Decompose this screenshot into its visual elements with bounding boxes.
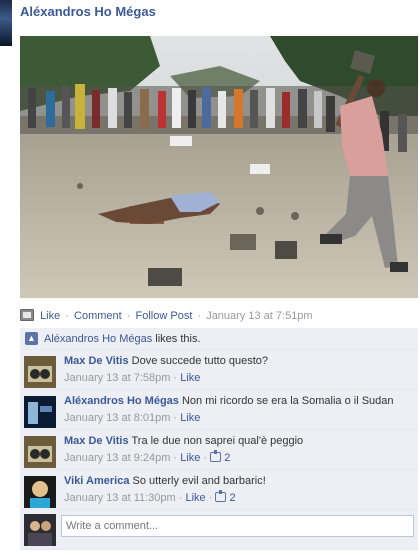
avatar[interactable] [24, 396, 56, 428]
comment-author[interactable]: Max De Vitis [64, 435, 129, 447]
likes-summary: ▲ Aléxandros Ho Mégas likes this. [20, 328, 418, 350]
separator: · [65, 310, 69, 322]
comment-like-link[interactable]: Like [180, 412, 200, 424]
separator: · [173, 412, 178, 424]
profile-edge [0, 0, 12, 46]
comment-author[interactable]: Max De Vitis [64, 355, 129, 367]
thumbs-up-icon [210, 450, 222, 462]
post-actions-bar: Like · Comment · Follow Post · January 1… [20, 309, 418, 325]
comment-like-count[interactable]: 2 [230, 492, 236, 504]
separator: · [173, 372, 178, 384]
separator: · [126, 310, 131, 322]
comment-like-link[interactable]: Like [186, 492, 206, 504]
comment-text: Tra le due non saprei qual'è peggio [131, 435, 304, 447]
comment-item: Max De Vitis Tra le due non saprei qual'… [20, 430, 418, 470]
liker-name[interactable]: Aléxandros Ho Mégas [44, 333, 152, 345]
thumbs-up-icon [215, 490, 227, 502]
comment-author[interactable]: Viki America [64, 475, 129, 487]
comment-author[interactable]: Aléxandros Ho Mégas [64, 395, 179, 407]
separator: · [203, 452, 208, 464]
avatar[interactable] [24, 436, 56, 468]
separator: · [173, 452, 178, 464]
comment-timestamp[interactable]: January 13 at 9:24pm [64, 452, 170, 464]
comment-item: Aléxandros Ho Mégas Non mi ricordo se er… [20, 390, 418, 430]
avatar[interactable] [24, 356, 56, 388]
post-type-icon [20, 309, 34, 321]
avatar[interactable] [24, 476, 56, 508]
comment-timestamp[interactable]: January 13 at 7:58pm [64, 372, 170, 384]
comment-text: Dove succede tutto questo? [131, 355, 269, 367]
write-comment-row: Write a comment... [20, 510, 418, 550]
follow-post-link[interactable]: Follow Post [136, 310, 193, 322]
separator: · [208, 492, 213, 504]
separator: · [178, 492, 183, 504]
post-photo[interactable] [20, 36, 418, 298]
comment-timestamp[interactable]: January 13 at 8:01pm [64, 412, 170, 424]
comment-timestamp[interactable]: January 13 at 11:30pm [64, 492, 176, 504]
comment-like-link[interactable]: Like [180, 372, 200, 384]
post-author-name[interactable]: Aléxandros Ho Mégas [20, 4, 156, 19]
like-link[interactable]: Like [40, 310, 60, 322]
thumbs-up-icon: ▲ [25, 332, 38, 345]
comment-input[interactable]: Write a comment... [61, 515, 414, 537]
avatar[interactable] [24, 514, 56, 546]
feedback-box: ▲ Aléxandros Ho Mégas likes this. Max De… [20, 328, 418, 550]
comment-like-count[interactable]: 2 [224, 452, 230, 464]
comment-item: Viki America So utterly evil and barbari… [20, 470, 418, 510]
post-timestamp[interactable]: January 13 at 7:51pm [206, 310, 312, 322]
comment-text: Non mi ricordo se era la Somalia o il Su… [181, 395, 394, 407]
likes-suffix: likes this. [152, 333, 201, 345]
comment-link[interactable]: Comment [74, 310, 122, 322]
comment-item: Max De Vitis Dove succede tutto questo? … [20, 350, 418, 390]
comment-text: So utterly evil and barbaric! [132, 475, 266, 487]
separator: · [197, 310, 202, 322]
comment-like-link[interactable]: Like [180, 452, 200, 464]
